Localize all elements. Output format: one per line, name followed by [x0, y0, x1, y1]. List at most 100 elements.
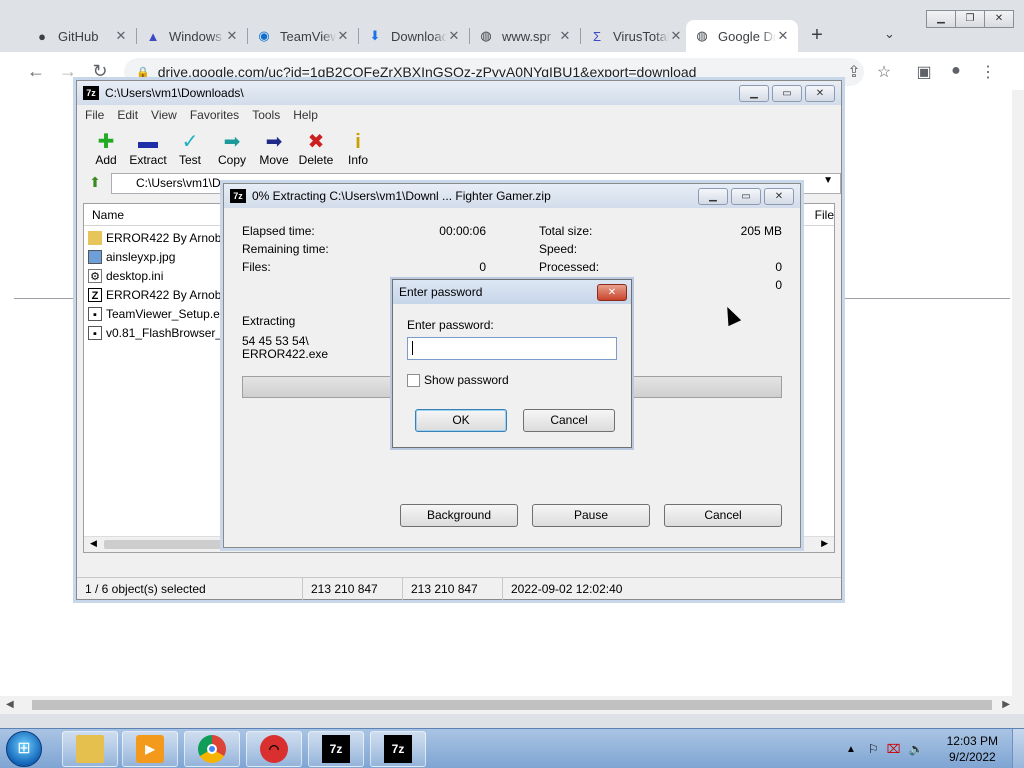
test-icon: ✓ [181, 131, 199, 153]
network-icon[interactable]: ⌧ [887, 742, 901, 756]
share-icon[interactable]: ⇪ [844, 62, 864, 82]
status-size: 213 210 847 [303, 577, 403, 600]
minimize-button[interactable]: ▁ [739, 85, 769, 102]
cancel-extract-button[interactable]: Cancel [664, 504, 782, 527]
close-icon[interactable]: ✕ [669, 28, 683, 44]
show-desktop-button[interactable] [1012, 729, 1024, 768]
maximize-button[interactable]: ❐ [955, 10, 985, 28]
start-button[interactable]: ⊞ [6, 731, 42, 767]
close-button[interactable]: ✕ [764, 188, 794, 205]
7zip-toolbar: ✚ Add ▬ Extract ✓ Test ➡ Copy ➡ Move ✖ Delete … [77, 125, 841, 171]
folder-icon [76, 735, 104, 763]
tab-teamviewer[interactable]: ◉ TeamViewer ✕ [248, 20, 358, 52]
tab-virustotal[interactable]: Σ VirusTotal ✕ [581, 20, 691, 52]
close-icon[interactable]: ✕ [776, 28, 790, 44]
close-button[interactable]: ✕ [805, 85, 835, 102]
column-name[interactable]: Name [92, 208, 124, 222]
chrome-window-controls: ▁ ❐ ✕ [926, 10, 1014, 28]
maximize-button[interactable]: ▭ [731, 188, 761, 205]
close-icon[interactable]: ✕ [114, 28, 128, 44]
close-icon[interactable]: ✕ [336, 28, 350, 44]
extracting-label: Extracting [242, 314, 296, 328]
scroll-thumb[interactable] [32, 700, 992, 710]
menu-favorites[interactable]: Favorites [190, 108, 239, 122]
close-icon[interactable]: ✕ [558, 28, 572, 44]
scroll-right-icon[interactable]: ▶ [1002, 699, 1010, 710]
taskbar-clock[interactable]: 12:03 PM 9/2/2022 [947, 733, 998, 765]
minimize-button[interactable]: ▁ [698, 188, 728, 205]
scroll-right-icon[interactable]: ▶ [821, 538, 828, 549]
elapsed-label: Elapsed time: [242, 224, 315, 238]
action-center-icon[interactable]: ⚐ [868, 742, 879, 756]
maximize-button[interactable]: ▭ [772, 85, 802, 102]
lock-icon: 🔒 [136, 66, 150, 79]
ok-button[interactable]: OK [415, 409, 507, 432]
password-window-controls: ✕ [597, 284, 627, 301]
taskbar-media-player[interactable]: ▶ [122, 731, 178, 767]
volume-icon[interactable]: 🔈 [909, 742, 924, 756]
column-file[interactable]: File [815, 208, 834, 222]
minimize-button[interactable]: ▁ [926, 10, 956, 28]
vertical-scrollbar[interactable] [1012, 90, 1024, 696]
horizontal-scrollbar[interactable]: ◀ ▶ [0, 696, 1024, 714]
close-button[interactable]: ✕ [984, 10, 1014, 28]
move-button[interactable]: ➡ Move [253, 125, 295, 171]
show-password-checkbox[interactable] [407, 374, 420, 387]
new-tab-button[interactable]: + [806, 24, 828, 46]
tab-download[interactable]: ⬇ Download ✕ [359, 20, 469, 52]
background-button[interactable]: Background [400, 504, 518, 527]
forward-button[interactable]: → [58, 61, 78, 81]
extract-button[interactable]: ▬ Extract [127, 125, 169, 171]
elapsed-value: 00:00:06 [439, 224, 486, 238]
profile-avatar-icon[interactable]: ● [946, 62, 966, 82]
show-password-label[interactable]: Show password [424, 373, 509, 387]
scroll-left-icon[interactable]: ◀ [6, 699, 14, 710]
password-titlebar[interactable]: Enter password [393, 280, 631, 304]
media-player-icon: ▶ [136, 735, 164, 763]
test-button[interactable]: ✓ Test [169, 125, 211, 171]
globe-icon: ◍ [696, 28, 708, 43]
menu-edit[interactable]: Edit [117, 108, 138, 122]
7zip-app-icon: 7z [83, 86, 99, 100]
tab-windows[interactable]: ▲ Windows ✕ [137, 20, 247, 52]
delete-button[interactable]: ✖ Delete [295, 125, 337, 171]
menu-view[interactable]: View [151, 108, 177, 122]
menu-file[interactable]: File [85, 108, 104, 122]
folder-icon [88, 230, 102, 245]
bookmark-star-icon[interactable]: ☆ [874, 62, 894, 82]
7zip-titlebar[interactable]: 7z C:\Users\vm1\Downloads\ [77, 81, 841, 105]
android-icon: ▲ [146, 28, 160, 44]
taskbar-7zip-2[interactable]: 7z [370, 731, 426, 767]
chrome-icon [198, 735, 226, 763]
close-icon[interactable]: ✕ [447, 28, 461, 44]
teamviewer-icon: ◉ [258, 28, 270, 43]
scroll-left-icon[interactable]: ◀ [90, 538, 97, 549]
tab-spr[interactable]: ◍ www.spr ✕ [470, 20, 580, 52]
back-button[interactable]: ← [26, 61, 46, 81]
info-button[interactable]: i Info [337, 125, 379, 171]
taskbar-explorer[interactable] [62, 731, 118, 767]
cancel-password-button[interactable]: Cancel [523, 409, 615, 432]
taskbar-7zip-1[interactable]: 7z [308, 731, 364, 767]
reload-button[interactable]: ↻ [90, 61, 110, 81]
menu-tools[interactable]: Tools [252, 108, 280, 122]
add-button[interactable]: ✚ Add [85, 125, 127, 171]
tab-google-drive[interactable]: ◍ Google Drive ✕ [686, 20, 798, 52]
tray-expand-icon[interactable]: ▲ [846, 744, 856, 755]
pause-button[interactable]: Pause [532, 504, 650, 527]
menu-help[interactable]: Help [293, 108, 318, 122]
side-panel-icon[interactable]: ▣ [914, 62, 934, 82]
chevron-down-icon: ⌄ [884, 26, 895, 41]
tab-github[interactable]: ● GitHub ✕ [26, 20, 136, 52]
copy-button[interactable]: ➡ Copy [211, 125, 253, 171]
folder-up-button[interactable]: ⬆ [85, 174, 105, 192]
tab-search-button[interactable]: ⌄ [884, 26, 895, 42]
chevron-down-icon[interactable]: ▼ [823, 175, 833, 186]
close-icon[interactable]: ✕ [225, 28, 239, 44]
kebab-menu-icon[interactable]: ⋮ [978, 62, 998, 82]
taskbar-chrome[interactable] [184, 731, 240, 767]
taskbar-app[interactable]: ◠ [246, 731, 302, 767]
tab-strip: ● GitHub ✕ ▲ Windows ✕ ◉ TeamViewer ✕ ⬇ … [0, 0, 1024, 52]
password-field[interactable] [407, 337, 617, 360]
close-button[interactable]: ✕ [597, 284, 627, 301]
